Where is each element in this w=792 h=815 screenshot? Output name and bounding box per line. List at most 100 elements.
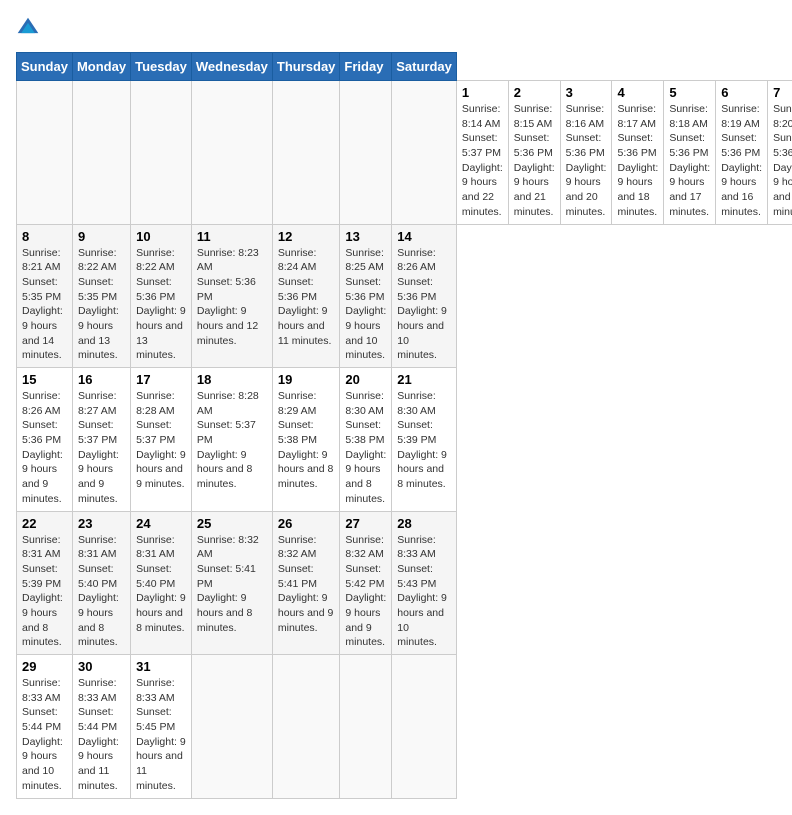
day-number: 27 (345, 516, 386, 531)
day-info: Sunrise: 8:33 AM Sunset: 5:43 PM Dayligh… (397, 533, 451, 651)
day-info: Sunrise: 8:26 AM Sunset: 5:36 PM Dayligh… (22, 389, 67, 507)
day-number: 29 (22, 659, 67, 674)
calendar-cell: 16 Sunrise: 8:27 AM Sunset: 5:37 PM Dayl… (72, 368, 130, 512)
day-number: 31 (136, 659, 186, 674)
day-number: 24 (136, 516, 186, 531)
calendar-cell: 18 Sunrise: 8:28 AM Sunset: 5:37 PM Dayl… (191, 368, 272, 512)
calendar-cell: 23 Sunrise: 8:31 AM Sunset: 5:40 PM Dayl… (72, 511, 130, 655)
day-info: Sunrise: 8:17 AM Sunset: 5:36 PM Dayligh… (617, 102, 658, 220)
calendar-cell (340, 655, 392, 799)
calendar-cell (392, 655, 457, 799)
calendar-cell: 20 Sunrise: 8:30 AM Sunset: 5:38 PM Dayl… (340, 368, 392, 512)
header (16, 16, 776, 40)
day-info: Sunrise: 8:28 AM Sunset: 5:37 PM Dayligh… (136, 389, 186, 492)
day-info: Sunrise: 8:18 AM Sunset: 5:36 PM Dayligh… (669, 102, 710, 220)
day-number: 20 (345, 372, 386, 387)
day-number: 26 (278, 516, 335, 531)
day-number: 22 (22, 516, 67, 531)
calendar-cell (392, 81, 457, 225)
day-number: 14 (397, 229, 451, 244)
day-info: Sunrise: 8:19 AM Sunset: 5:36 PM Dayligh… (721, 102, 762, 220)
calendar-cell: 29 Sunrise: 8:33 AM Sunset: 5:44 PM Dayl… (17, 655, 73, 799)
calendar-cell: 21 Sunrise: 8:30 AM Sunset: 5:39 PM Dayl… (392, 368, 457, 512)
day-info: Sunrise: 8:20 AM Sunset: 5:36 PM Dayligh… (773, 102, 792, 220)
day-number: 11 (197, 229, 267, 244)
day-info: Sunrise: 8:31 AM Sunset: 5:40 PM Dayligh… (136, 533, 186, 636)
week-row-1: 8 Sunrise: 8:21 AM Sunset: 5:35 PM Dayli… (17, 224, 792, 368)
calendar-cell: 28 Sunrise: 8:33 AM Sunset: 5:43 PM Dayl… (392, 511, 457, 655)
day-number: 8 (22, 229, 67, 244)
week-row-3: 22 Sunrise: 8:31 AM Sunset: 5:39 PM Dayl… (17, 511, 792, 655)
week-row-4: 29 Sunrise: 8:33 AM Sunset: 5:44 PM Dayl… (17, 655, 792, 799)
calendar-cell: 2 Sunrise: 8:15 AM Sunset: 5:36 PM Dayli… (508, 81, 560, 225)
day-number: 6 (721, 85, 762, 100)
day-info: Sunrise: 8:33 AM Sunset: 5:44 PM Dayligh… (78, 676, 125, 794)
day-number: 5 (669, 85, 710, 100)
day-info: Sunrise: 8:33 AM Sunset: 5:45 PM Dayligh… (136, 676, 186, 794)
calendar-cell: 17 Sunrise: 8:28 AM Sunset: 5:37 PM Dayl… (131, 368, 192, 512)
day-header-wednesday: Wednesday (191, 53, 272, 81)
calendar-cell (272, 655, 340, 799)
calendar-body: 1 Sunrise: 8:14 AM Sunset: 5:37 PM Dayli… (17, 81, 792, 799)
day-number: 18 (197, 372, 267, 387)
day-number: 21 (397, 372, 451, 387)
day-number: 13 (345, 229, 386, 244)
day-info: Sunrise: 8:22 AM Sunset: 5:35 PM Dayligh… (78, 246, 125, 364)
calendar-cell: 19 Sunrise: 8:29 AM Sunset: 5:38 PM Dayl… (272, 368, 340, 512)
logo-icon (16, 16, 40, 40)
day-number: 16 (78, 372, 125, 387)
day-number: 4 (617, 85, 658, 100)
day-number: 1 (462, 85, 503, 100)
calendar-cell: 9 Sunrise: 8:22 AM Sunset: 5:35 PM Dayli… (72, 224, 130, 368)
calendar-cell: 8 Sunrise: 8:21 AM Sunset: 5:35 PM Dayli… (17, 224, 73, 368)
day-header-tuesday: Tuesday (131, 53, 192, 81)
day-info: Sunrise: 8:30 AM Sunset: 5:38 PM Dayligh… (345, 389, 386, 507)
day-number: 30 (78, 659, 125, 674)
day-number: 9 (78, 229, 125, 244)
day-number: 3 (566, 85, 607, 100)
day-number: 7 (773, 85, 792, 100)
day-info: Sunrise: 8:25 AM Sunset: 5:36 PM Dayligh… (345, 246, 386, 364)
calendar-cell: 24 Sunrise: 8:31 AM Sunset: 5:40 PM Dayl… (131, 511, 192, 655)
week-row-0: 1 Sunrise: 8:14 AM Sunset: 5:37 PM Dayli… (17, 81, 792, 225)
calendar-cell: 27 Sunrise: 8:32 AM Sunset: 5:42 PM Dayl… (340, 511, 392, 655)
day-info: Sunrise: 8:16 AM Sunset: 5:36 PM Dayligh… (566, 102, 607, 220)
day-info: Sunrise: 8:32 AM Sunset: 5:42 PM Dayligh… (345, 533, 386, 651)
day-info: Sunrise: 8:21 AM Sunset: 5:35 PM Dayligh… (22, 246, 67, 364)
day-number: 19 (278, 372, 335, 387)
calendar-cell: 26 Sunrise: 8:32 AM Sunset: 5:41 PM Dayl… (272, 511, 340, 655)
calendar-cell (17, 81, 73, 225)
day-info: Sunrise: 8:32 AM Sunset: 5:41 PM Dayligh… (197, 533, 267, 636)
calendar-cell (131, 81, 192, 225)
day-header-saturday: Saturday (392, 53, 457, 81)
day-header-friday: Friday (340, 53, 392, 81)
day-number: 23 (78, 516, 125, 531)
day-info: Sunrise: 8:29 AM Sunset: 5:38 PM Dayligh… (278, 389, 335, 492)
day-header-thursday: Thursday (272, 53, 340, 81)
calendar-cell: 3 Sunrise: 8:16 AM Sunset: 5:36 PM Dayli… (560, 81, 612, 225)
calendar-cell: 25 Sunrise: 8:32 AM Sunset: 5:41 PM Dayl… (191, 511, 272, 655)
calendar-cell: 10 Sunrise: 8:22 AM Sunset: 5:36 PM Dayl… (131, 224, 192, 368)
day-info: Sunrise: 8:24 AM Sunset: 5:36 PM Dayligh… (278, 246, 335, 349)
calendar-cell: 22 Sunrise: 8:31 AM Sunset: 5:39 PM Dayl… (17, 511, 73, 655)
day-info: Sunrise: 8:28 AM Sunset: 5:37 PM Dayligh… (197, 389, 267, 492)
day-number: 15 (22, 372, 67, 387)
calendar-cell (191, 81, 272, 225)
calendar-cell: 4 Sunrise: 8:17 AM Sunset: 5:36 PM Dayli… (612, 81, 664, 225)
day-info: Sunrise: 8:32 AM Sunset: 5:41 PM Dayligh… (278, 533, 335, 636)
day-info: Sunrise: 8:31 AM Sunset: 5:40 PM Dayligh… (78, 533, 125, 651)
day-header-sunday: Sunday (17, 53, 73, 81)
calendar-cell (72, 81, 130, 225)
week-row-2: 15 Sunrise: 8:26 AM Sunset: 5:36 PM Dayl… (17, 368, 792, 512)
calendar-cell: 30 Sunrise: 8:33 AM Sunset: 5:44 PM Dayl… (72, 655, 130, 799)
calendar-cell: 15 Sunrise: 8:26 AM Sunset: 5:36 PM Dayl… (17, 368, 73, 512)
calendar-cell: 7 Sunrise: 8:20 AM Sunset: 5:36 PM Dayli… (768, 81, 792, 225)
calendar-cell (191, 655, 272, 799)
days-header-row: SundayMondayTuesdayWednesdayThursdayFrid… (17, 53, 792, 81)
day-info: Sunrise: 8:15 AM Sunset: 5:36 PM Dayligh… (514, 102, 555, 220)
day-info: Sunrise: 8:23 AM Sunset: 5:36 PM Dayligh… (197, 246, 267, 349)
calendar-cell: 12 Sunrise: 8:24 AM Sunset: 5:36 PM Dayl… (272, 224, 340, 368)
day-info: Sunrise: 8:26 AM Sunset: 5:36 PM Dayligh… (397, 246, 451, 364)
day-info: Sunrise: 8:30 AM Sunset: 5:39 PM Dayligh… (397, 389, 451, 492)
day-info: Sunrise: 8:22 AM Sunset: 5:36 PM Dayligh… (136, 246, 186, 364)
